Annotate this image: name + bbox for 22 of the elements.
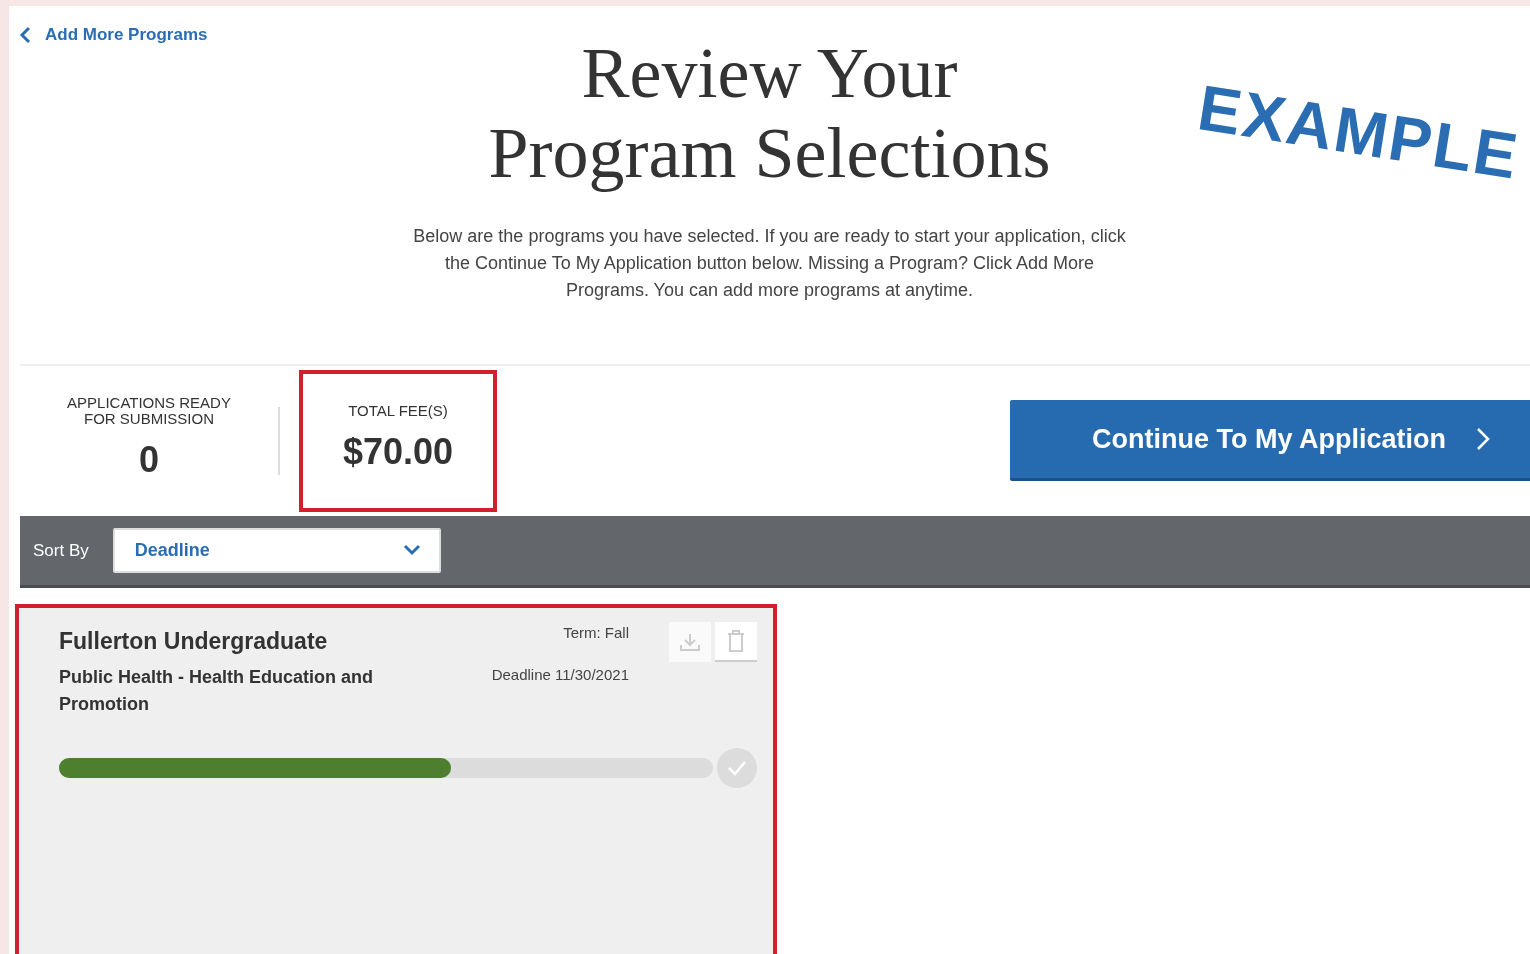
stat-value: $70.00 (342, 429, 454, 474)
sort-label: Sort By (33, 539, 89, 562)
sort-dropdown[interactable]: Deadline (112, 527, 441, 573)
school-name: Fullerton Undergraduate (59, 626, 328, 656)
program-name: Public Health - Health Education and Promotion (59, 665, 375, 716)
continue-button[interactable]: Continue To My Application (1010, 400, 1530, 482)
term-text: Term: Fall (563, 622, 629, 643)
example-label: EXAMPLE (1192, 70, 1525, 195)
chevron-right-icon (1475, 427, 1490, 452)
add-more-programs-link[interactable]: Add More Programs (19, 22, 208, 48)
back-chevron-icon (19, 25, 31, 44)
chevron-down-icon (402, 544, 421, 557)
stat-value: 0 (139, 437, 159, 482)
page-title: Review Your Program Selections (487, 32, 1052, 193)
download-icon (679, 631, 701, 652)
stat-label: TOTAL FEE(S) (348, 402, 448, 419)
trash-icon (727, 629, 745, 652)
deadline-text: Deadline 11/30/2021 (491, 664, 629, 685)
stat-label: APPLICATIONS READY FOR SUBMISSION (66, 394, 232, 427)
download-button[interactable] (669, 621, 711, 662)
delete-button[interactable] (715, 621, 757, 662)
instructions-text: Below are the programs you have selected. If you are ready to start your application, click the Continue To My Application button below. Missing a Program? Click Add More Programs. You can add more programs at anytime. (412, 224, 1127, 302)
